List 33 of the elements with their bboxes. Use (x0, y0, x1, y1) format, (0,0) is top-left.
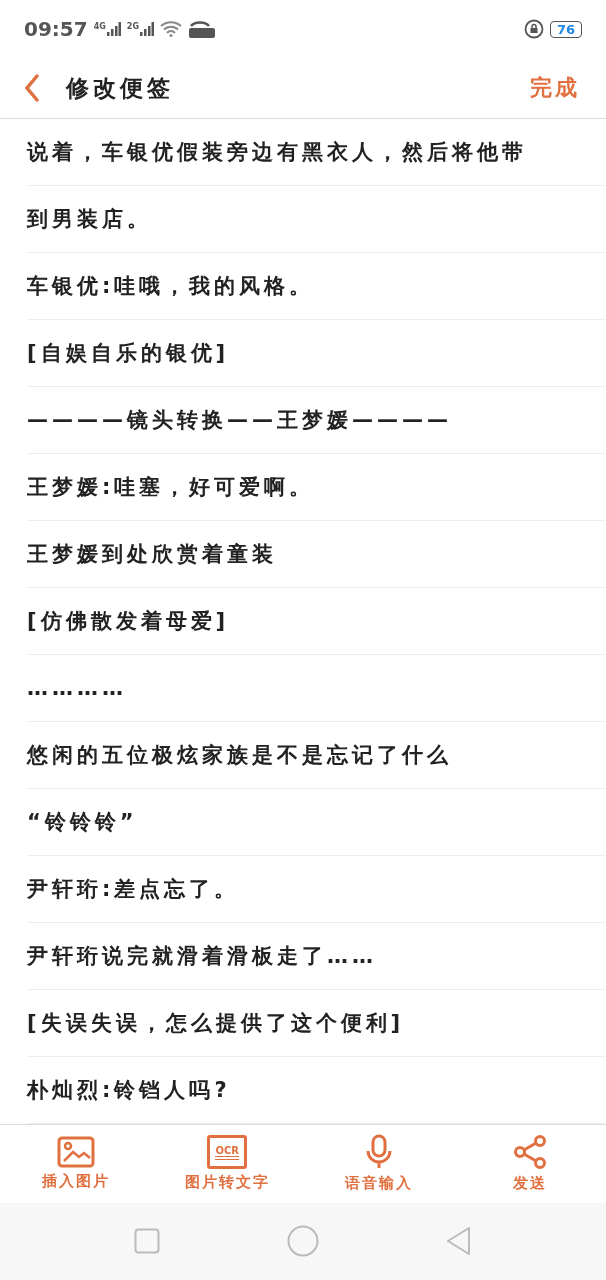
rotation-lock-icon (523, 19, 544, 40)
note-line: ————镜头转换——王梦媛———— (27, 406, 452, 434)
wifi-icon (159, 21, 182, 38)
network-label: 2G (126, 22, 139, 32)
signal-icon (139, 22, 154, 37)
home-button[interactable] (287, 1225, 319, 1258)
recent-apps-button[interactable] (134, 1228, 160, 1255)
note-line: 朴灿烈:铃铛人吗? (27, 1076, 231, 1104)
note-line: [自娱自乐的银优] (27, 339, 230, 367)
ocr-icon: OCR (207, 1135, 248, 1170)
signal-icon (106, 22, 121, 37)
note-line: 尹轩珩:差点忘了。 (27, 875, 240, 903)
share-icon (512, 1134, 549, 1171)
note-line: 车银优:哇哦，我的风格。 (27, 272, 315, 300)
done-button[interactable]: 完成 (530, 73, 580, 103)
note-line: 到男装店。 (27, 205, 152, 233)
microphone-icon (364, 1134, 393, 1171)
note-line: 悠闲的五位极炫家族是不是忘记了什么 (27, 741, 452, 769)
status-time: 09:57 (24, 17, 88, 42)
image-icon (56, 1136, 95, 1169)
network-label: 4G (93, 22, 106, 32)
battery-level: 76 (549, 20, 582, 38)
note-line: “铃铃铃” (27, 808, 138, 836)
note-line: [仿佛散发着母爱] (27, 607, 230, 635)
note-line: [失误失误，怎么提供了这个便利] (27, 1009, 405, 1037)
note-line: 尹轩珩说完就滑着滑板走了…… (27, 942, 377, 970)
note-line: 王梦媛:哇塞，好可爱啊。 (27, 473, 315, 501)
back-nav-button[interactable] (446, 1226, 472, 1257)
page-title: 修改便签 (66, 73, 174, 103)
note-line: 说着，车银优假装旁边有黑衣人，然后将他带 (27, 138, 527, 166)
back-button[interactable] (24, 74, 40, 102)
note-line: 王梦媛到处欣赏着童装 (27, 540, 277, 568)
note-line: ………… (27, 675, 127, 700)
